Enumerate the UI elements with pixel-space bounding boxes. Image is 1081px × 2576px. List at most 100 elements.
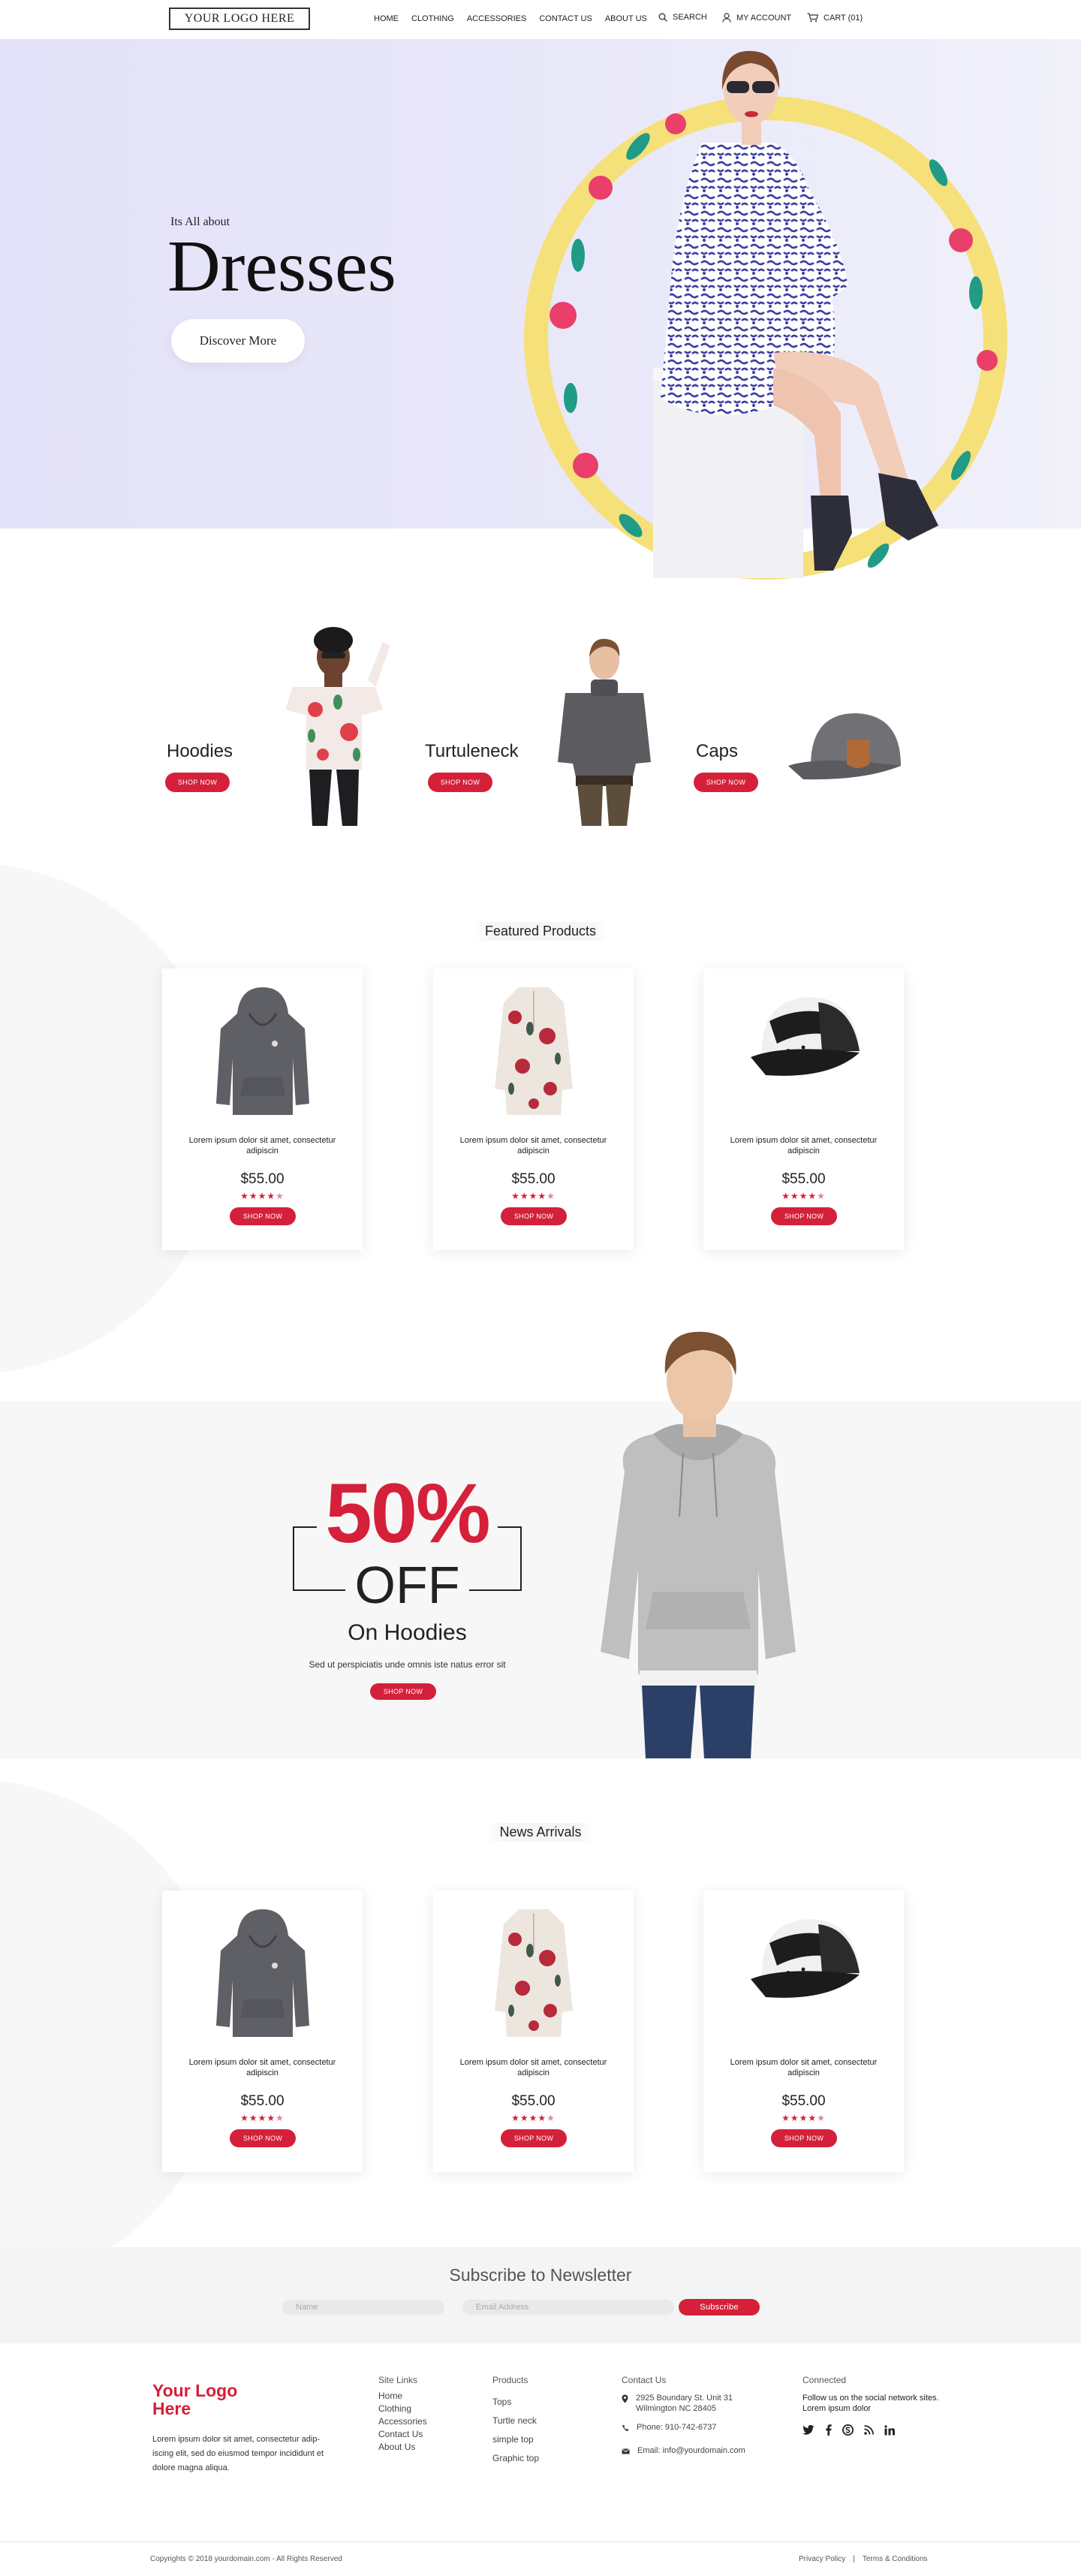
- featured-title: Featured Products: [472, 922, 609, 941]
- search-label: SEARCH: [673, 13, 707, 22]
- footer-link-about-us[interactable]: About Us: [378, 2441, 427, 2454]
- newsletter-email-input[interactable]: Email Address: [462, 2300, 674, 2315]
- trucker-cap-image: [751, 997, 860, 1076]
- promo-off: OFF: [354, 1556, 460, 1614]
- newsletter-title: Subscribe to Newsletter: [449, 2265, 632, 2285]
- contact-email[interactable]: Email: info@yourdomain.com: [637, 2445, 745, 2457]
- footer-link-home[interactable]: Home: [378, 2390, 427, 2403]
- rating-stars: ★★★★★: [781, 2113, 826, 2123]
- search-link[interactable]: SEARCH: [658, 13, 707, 22]
- shop-turtleneck-label: SHOP NOW: [440, 779, 480, 786]
- shop-now-button[interactable]: SHOP NOW: [230, 2129, 296, 2147]
- site-links-title: Site Links: [378, 2375, 418, 2385]
- facebook-icon[interactable]: [825, 2424, 832, 2436]
- account-link[interactable]: MY ACCOUNT: [722, 13, 791, 23]
- shop-now-button[interactable]: SHOP NOW: [771, 2129, 837, 2147]
- connected-title: Connected: [802, 2375, 847, 2385]
- product-card[interactable]: Lorem ipsum dolor sit amet, consectetur …: [433, 1891, 634, 2172]
- product-card[interactable]: Lorem ipsum dolor sit amet, consectetur …: [703, 1891, 904, 2172]
- product-desc: Lorem ipsum dolor sit amet, consectetur …: [188, 1136, 336, 1155]
- linkedin-icon[interactable]: [884, 2424, 895, 2436]
- footer-contact: Contact Us 2925 Boundary St. Unit 31 Wil…: [622, 2375, 772, 2457]
- footer-link-clothing[interactable]: Clothing: [378, 2403, 427, 2415]
- footer-logo[interactable]: Your Logo Here: [152, 2382, 237, 2418]
- shop-now-button[interactable]: SHOP NOW: [230, 1207, 296, 1225]
- category-hoodies: Hoodies SHOP NOW: [161, 627, 402, 826]
- nav-home[interactable]: HOME: [374, 14, 399, 23]
- shop-now-label: SHOP NOW: [242, 2135, 283, 2142]
- nav-clothing[interactable]: CLOTHING: [411, 14, 454, 23]
- shop-turtleneck-button[interactable]: SHOP NOW: [428, 773, 492, 792]
- floral-tunic-image: [495, 987, 573, 1115]
- footer-link-contact-us[interactable]: Contact Us: [378, 2428, 427, 2441]
- cart-icon: [807, 13, 818, 23]
- site-logo[interactable]: YOUR LOGO HERE: [169, 8, 310, 30]
- product-desc: Lorem ipsum dolor sit amet, consectetur …: [730, 2058, 878, 2077]
- footer-product-tops[interactable]: Tops: [492, 2393, 539, 2412]
- copyright-text: Copyrights © 2018 yourdomain.com - All R…: [150, 2555, 342, 2563]
- discover-more-button[interactable]: Discover More: [171, 319, 305, 363]
- product-card[interactable]: Lorem ipsum dolor sit amet, consectetur …: [162, 969, 363, 1250]
- name-placeholder: Name: [296, 2303, 318, 2312]
- main-nav: HOME CLOTHING ACCESSORIES CONTACT US ABO…: [374, 14, 647, 23]
- turtleneck-model-image: [558, 638, 651, 826]
- shop-hoodies-button[interactable]: SHOP NOW: [165, 773, 230, 792]
- contact-email-row: Email: info@yourdomain.com: [622, 2445, 772, 2457]
- skype-icon[interactable]: [842, 2424, 854, 2436]
- newsletter-name-input[interactable]: Name: [282, 2300, 444, 2315]
- footer-product-simple-top[interactable]: simple top: [492, 2430, 539, 2449]
- shop-now-button[interactable]: SHOP NOW: [501, 1207, 567, 1225]
- floral-tunic-image: [495, 1909, 573, 2037]
- hero-model-image: [524, 50, 1007, 580]
- footer-logo-line2: Here: [152, 2399, 191, 2418]
- shop-caps-button[interactable]: SHOP NOW: [694, 773, 758, 792]
- shop-now-button[interactable]: SHOP NOW: [501, 2129, 567, 2147]
- promo-shop-now-label: SHOP NOW: [383, 1688, 423, 1695]
- contact-address-row: 2925 Boundary St. Unit 31 Wilmington NC …: [622, 2393, 772, 2414]
- connected-text: Follow us on the social network sites. L…: [802, 2394, 939, 2413]
- account-label: MY ACCOUNT: [736, 13, 792, 23]
- terms-conditions-link[interactable]: Terms & Conditions: [863, 2555, 928, 2563]
- rating-stars: ★★★★★: [511, 2113, 556, 2123]
- rss-icon[interactable]: [864, 2425, 874, 2435]
- promo-shop-now-button[interactable]: SHOP NOW: [370, 1683, 436, 1700]
- product-price: $55.00: [511, 1171, 556, 1187]
- site-logo-text: YOUR LOGO HERE: [184, 12, 295, 25]
- product-card[interactable]: Lorem ipsum dolor sit amet, consectetur …: [703, 969, 904, 1250]
- cart-label: CART (01): [824, 13, 863, 23]
- contact-title: Contact Us: [622, 2375, 667, 2385]
- page: YOUR LOGO HERE HOME CLOTHING ACCESSORIES…: [0, 0, 1081, 2576]
- shop-now-label: SHOP NOW: [784, 1213, 824, 1220]
- shop-now-label: SHOP NOW: [513, 2135, 554, 2142]
- footer-product-graphic-top[interactable]: Graphic top: [492, 2449, 539, 2468]
- grey-hoodie-image: [216, 987, 309, 1115]
- twitter-icon[interactable]: [802, 2425, 815, 2435]
- promo-subtitle: On Hoodies: [348, 1620, 467, 1645]
- footer-connected: Connected Follow us on the social networ…: [802, 2375, 945, 2436]
- footer-product-turtle-neck[interactable]: Turtle neck: [492, 2412, 539, 2430]
- product-card[interactable]: Lorem ipsum dolor sit amet, consectetur …: [433, 969, 634, 1250]
- nav-about-us[interactable]: ABOUT US: [605, 14, 647, 23]
- nav-accessories[interactable]: ACCESSORIES: [467, 14, 526, 23]
- product-price: $55.00: [781, 1171, 826, 1187]
- rating-stars: ★★★★★: [781, 1191, 826, 1201]
- cart-link[interactable]: CART (01): [807, 13, 863, 23]
- shop-now-button[interactable]: SHOP NOW: [771, 1207, 837, 1225]
- trucker-cap-image: [751, 1919, 860, 1998]
- hoodies-model-image: [285, 627, 390, 826]
- subscribe-button[interactable]: Subscribe: [679, 2299, 760, 2315]
- privacy-policy-link[interactable]: Privacy Policy: [799, 2555, 845, 2563]
- promo-banner: [0, 1401, 1081, 1758]
- location-pin-icon: [622, 2394, 628, 2403]
- contact-phone[interactable]: Phone: 910-742-6737: [637, 2421, 716, 2434]
- footer-link-accessories[interactable]: Accessories: [378, 2415, 427, 2428]
- nav-contact-us[interactable]: CONTACT US: [539, 14, 592, 23]
- shop-now-label: SHOP NOW: [513, 1213, 554, 1220]
- rating-stars: ★★★★★: [240, 2113, 285, 2123]
- search-icon: [658, 13, 667, 22]
- product-price: $55.00: [240, 1171, 285, 1187]
- product-card[interactable]: Lorem ipsum dolor sit amet, consectetur …: [162, 1891, 363, 2172]
- shop-hoodies-label: SHOP NOW: [177, 779, 218, 786]
- products-title: Products: [492, 2375, 528, 2385]
- product-desc: Lorem ipsum dolor sit amet, consectetur …: [730, 1136, 878, 1155]
